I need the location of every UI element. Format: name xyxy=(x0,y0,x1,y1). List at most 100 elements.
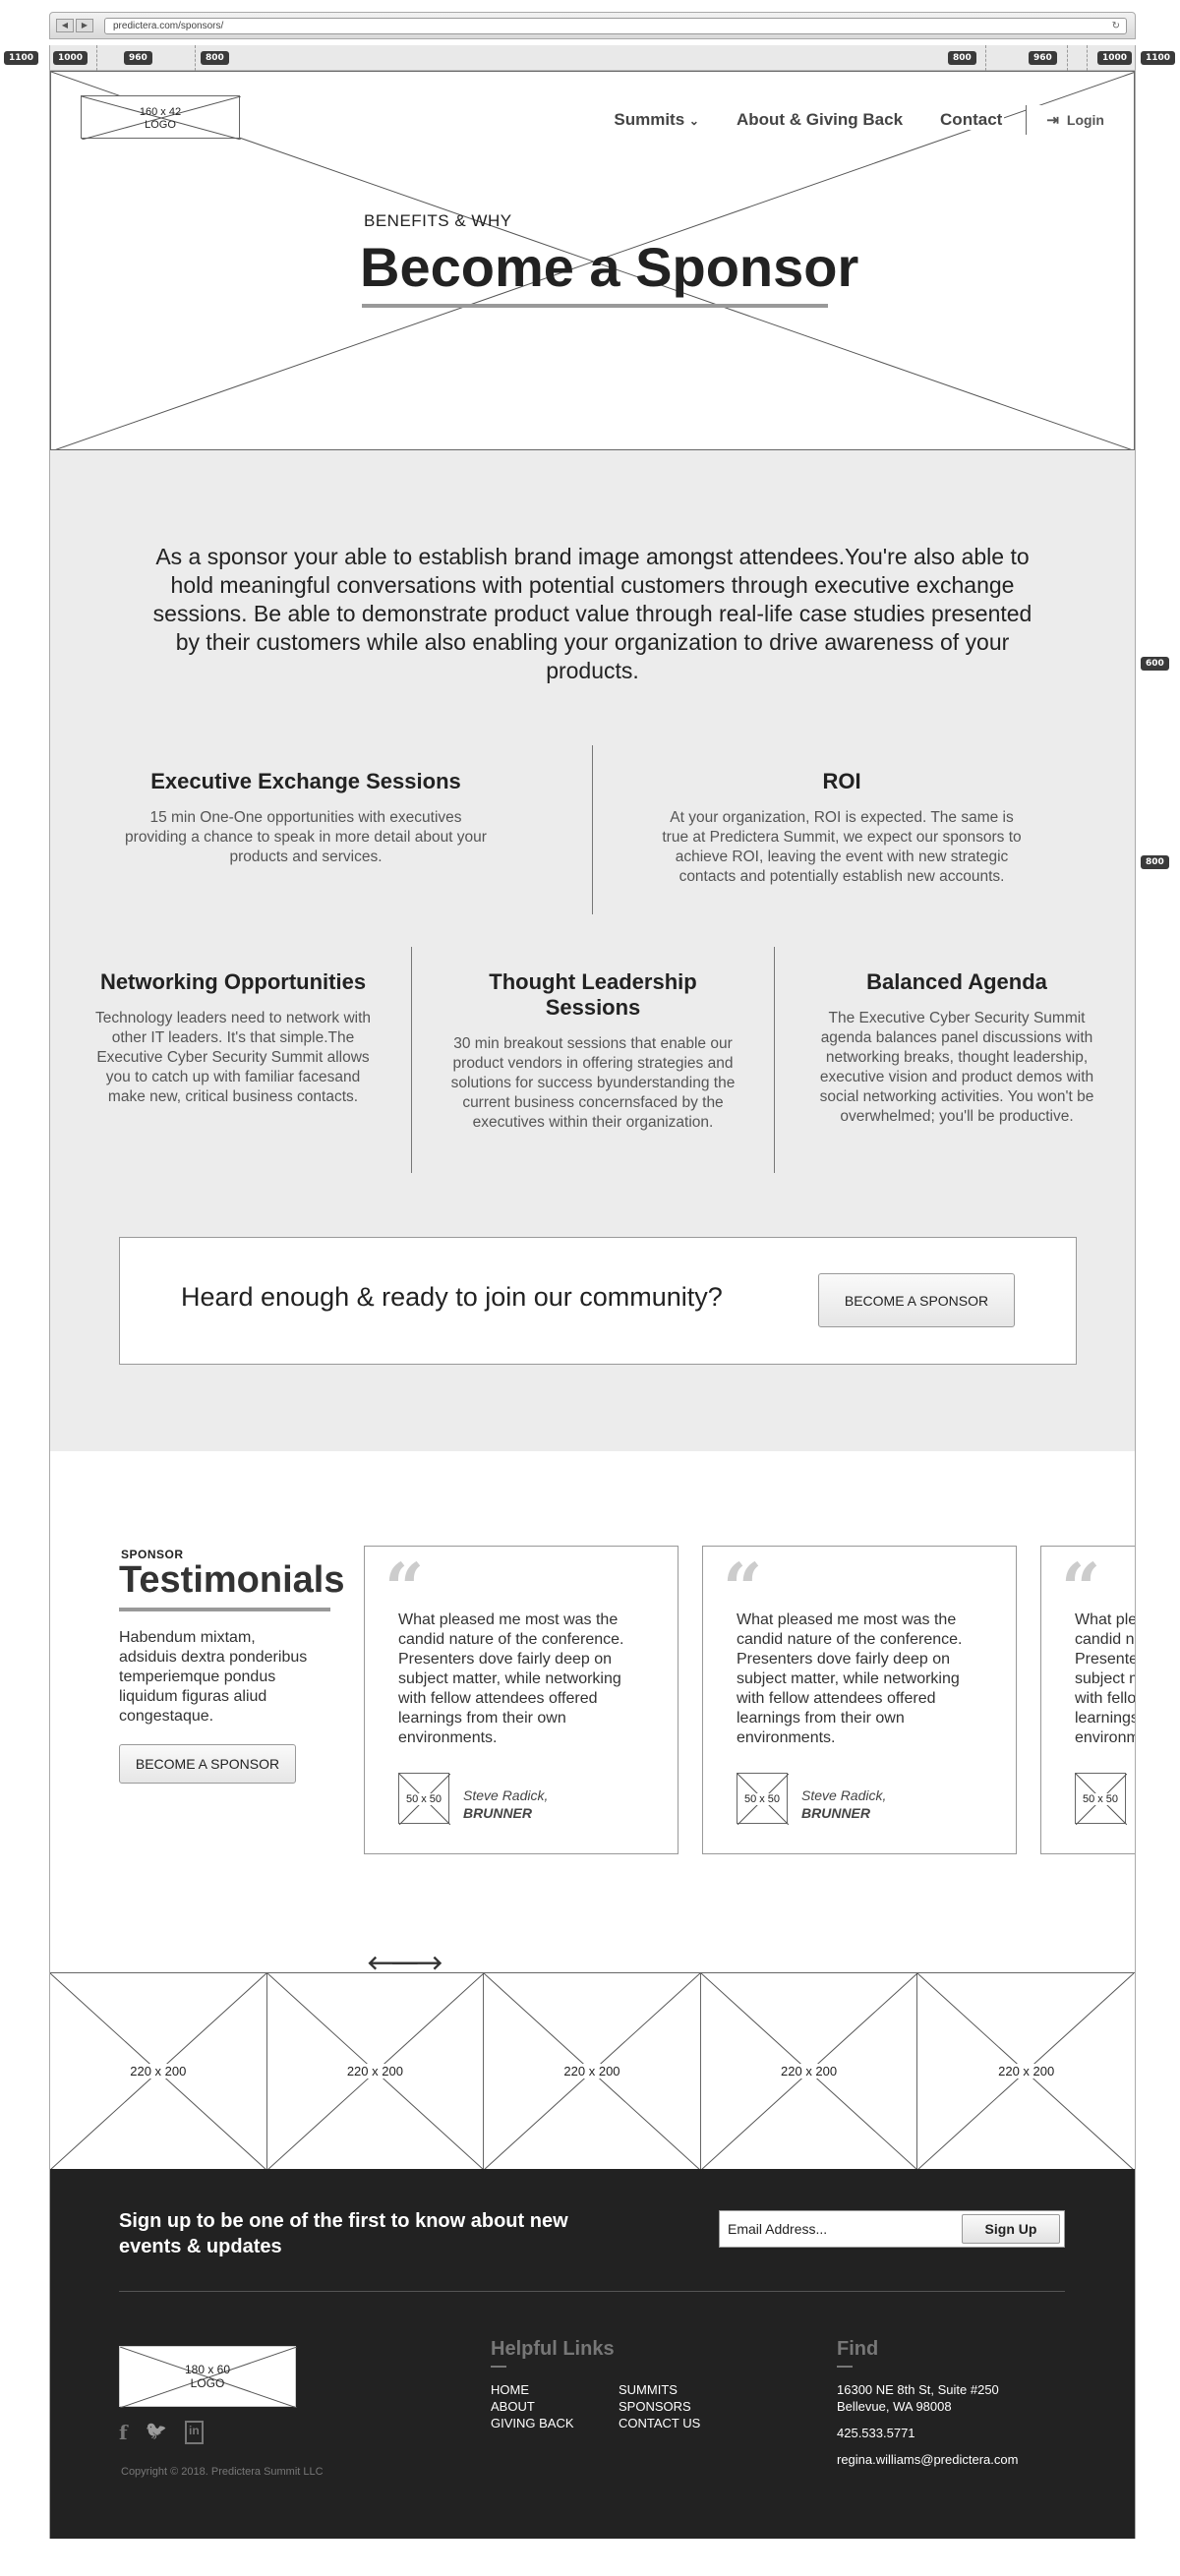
phone-number[interactable]: 425.533.5771 xyxy=(837,2425,915,2441)
linkedin-icon[interactable]: in xyxy=(185,2421,204,2444)
ruler-guide xyxy=(1067,45,1068,71)
footer-logo-label: 180 x 60 LOGO xyxy=(184,2363,231,2390)
ruler-guide xyxy=(985,45,986,71)
forward-button[interactable]: ▶ xyxy=(76,19,93,32)
ruler-tag: 1000 xyxy=(53,51,88,65)
footer-link-summits[interactable]: SUMMITS xyxy=(619,2381,678,2398)
login-icon: ⇥ xyxy=(1046,112,1059,129)
feature-networking: Networking Opportunities Technology lead… xyxy=(86,969,381,1107)
gallery-image: 220 x 200 xyxy=(266,1973,485,2170)
hero-header: 160 x 42 LOGO Summits ⌄ About & Giving B… xyxy=(50,71,1135,450)
become-sponsor-button[interactable]: BECOME A SPONSOR xyxy=(119,1744,296,1784)
ruler-tag: 1100 xyxy=(4,51,39,65)
author: Steve Radick, BRUNNER xyxy=(463,1786,548,1822)
avatar-label: 50 x 50 xyxy=(405,1793,442,1805)
ruler-tag: 800 xyxy=(1141,855,1169,869)
divider xyxy=(592,745,593,914)
author-company: BRUNNER xyxy=(463,1805,532,1821)
helpful-links-title: Helpful Links xyxy=(491,2338,615,2360)
footer-link-home[interactable]: HOME xyxy=(491,2381,529,2398)
feature-thought-leadership: Thought Leadership Sessions 30 min break… xyxy=(443,969,742,1133)
heading-bar xyxy=(491,2366,506,2368)
cta-text: Heard enough & ready to join our communi… xyxy=(181,1282,723,1312)
sponsor-cta-box: Heard enough & ready to join our communi… xyxy=(119,1237,1077,1365)
benefits-intro: As a sponsor your able to establish bran… xyxy=(152,544,1032,683)
contact-email[interactable]: regina.williams@predictera.com xyxy=(837,2451,1018,2468)
address-line-1: 16300 NE 8th St, Suite #250 xyxy=(837,2382,999,2397)
facebook-icon[interactable]: f xyxy=(119,2421,128,2444)
email-input[interactable] xyxy=(724,2215,960,2243)
become-sponsor-button[interactable]: BECOME A SPONSOR xyxy=(818,1273,1015,1327)
title-underline xyxy=(362,304,828,308)
benefits-section: As a sponsor your able to establish bran… xyxy=(50,450,1135,1451)
chevron-down-icon: ⌄ xyxy=(688,114,699,128)
divider xyxy=(411,947,412,1173)
url-text: predictera.com/sponsors/ xyxy=(113,21,224,31)
page-title: Become a Sponsor xyxy=(360,236,859,298)
ruler-guide xyxy=(1087,45,1088,71)
feature-title: Executive Exchange Sessions xyxy=(150,769,461,793)
feature-text: Technology leaders need to network with … xyxy=(94,1010,372,1105)
testimonial-card: “ What pleased me most was the candid na… xyxy=(364,1546,678,1854)
testimonial-card: “ What pleased me most was the candid na… xyxy=(1040,1546,1135,1854)
back-button[interactable]: ◀ xyxy=(56,19,74,32)
feature-title: ROI xyxy=(822,769,861,793)
gallery-image-label: 220 x 200 xyxy=(781,2064,838,2078)
ruler-tag: 800 xyxy=(201,51,229,65)
login-link[interactable]: ⇥ Login xyxy=(1026,105,1104,135)
footer-divider xyxy=(119,2291,1065,2292)
arrow-right-icon[interactable]: 🡒 xyxy=(390,1951,443,1972)
footer-link-contact[interactable]: CONTACT US xyxy=(619,2415,700,2431)
avatar: 50 x 50 xyxy=(398,1773,450,1825)
feature-executive-exchange: Executive Exchange Sessions 15 min One-O… xyxy=(119,769,493,867)
heading-bar xyxy=(837,2366,853,2368)
feature-text: 30 min breakout sessions that enable our… xyxy=(450,1035,736,1131)
feature-roi: ROI At your organization, ROI is expecte… xyxy=(655,769,1029,887)
avatar-label: 50 x 50 xyxy=(743,1793,781,1805)
avatar: 50 x 50 xyxy=(1075,1773,1127,1825)
reload-icon[interactable]: ↻ xyxy=(1112,19,1120,33)
social-links: f 🐦 in xyxy=(119,2421,204,2444)
testimonials-title: Testimonials xyxy=(119,1559,345,1601)
nav-about[interactable]: About & Giving Back xyxy=(734,110,906,130)
gallery-image: 220 x 200 xyxy=(50,1973,267,2170)
gallery-image: 220 x 200 xyxy=(700,1973,918,2170)
ruler-tag: 600 xyxy=(1141,657,1169,671)
feature-text: 15 min One-One opportunities with execut… xyxy=(125,809,487,865)
address-bar[interactable]: predictera.com/sponsors/ ↻ xyxy=(104,18,1127,34)
main-nav: Summits ⌄ About & Giving Back Contact ⇥ … xyxy=(578,105,1104,135)
divider xyxy=(774,947,775,1173)
hero-eyebrow: BENEFITS & WHY xyxy=(364,211,512,230)
footer-logo[interactable]: 180 x 60 LOGO xyxy=(119,2346,297,2408)
gallery-image-label: 220 x 200 xyxy=(563,2064,620,2078)
page-frame: 160 x 42 LOGO Summits ⌄ About & Giving B… xyxy=(49,71,1136,2539)
twitter-icon[interactable]: 🐦 xyxy=(146,2421,167,2444)
site-footer: Sign up to be one of the first to know a… xyxy=(50,2169,1135,2539)
site-logo[interactable]: 160 x 42 LOGO xyxy=(81,95,241,140)
author-name: Steve Radick, xyxy=(463,1787,549,1803)
signup-button[interactable]: Sign Up xyxy=(962,2214,1060,2244)
ruler-guide xyxy=(195,45,196,71)
ruler-guide xyxy=(96,45,97,71)
address-line-2: Bellevue, WA 98008 xyxy=(837,2399,952,2414)
gallery-image: 220 x 200 xyxy=(484,1973,701,2170)
gallery-image-label: 220 x 200 xyxy=(998,2064,1055,2078)
ruler-tag: 960 xyxy=(1029,51,1057,65)
title-underline xyxy=(119,1608,330,1611)
author-name: Steve Radick, xyxy=(801,1787,887,1803)
feature-title: Thought Leadership Sessions xyxy=(489,969,697,1020)
footer-link-sponsors[interactable]: SPONSORS xyxy=(619,2398,691,2415)
logo-label: 160 x 42 LOGO xyxy=(139,106,182,131)
nav-summits-label: Summits xyxy=(614,110,685,129)
copyright: Copyright © 2018. Predictera Summit LLC xyxy=(121,2466,324,2478)
nav-summits[interactable]: Summits ⌄ xyxy=(612,110,701,130)
newsletter-form: Sign Up xyxy=(719,2210,1065,2248)
footer-link-giving-back[interactable]: GIVING BACK xyxy=(491,2415,574,2431)
footer-link-about[interactable]: ABOUT xyxy=(491,2398,535,2415)
gallery-image-label: 220 x 200 xyxy=(130,2064,187,2078)
ruler-tag: 1100 xyxy=(1141,51,1176,65)
feature-text: At your organization, ROI is expected. T… xyxy=(662,809,1022,885)
testimonial-quote: What pleased me most was the candid natu… xyxy=(1075,1611,1135,1746)
nav-contact[interactable]: Contact xyxy=(938,110,1005,130)
gallery-image: 220 x 200 xyxy=(917,1973,1135,2170)
